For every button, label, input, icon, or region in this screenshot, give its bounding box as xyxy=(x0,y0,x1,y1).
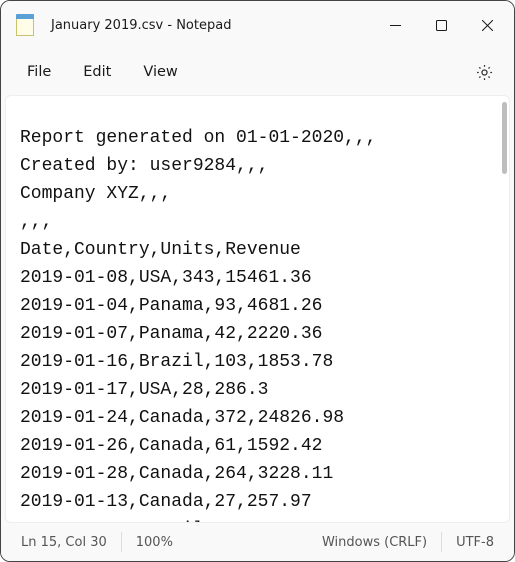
menu-view[interactable]: View xyxy=(129,58,191,86)
settings-button[interactable] xyxy=(466,54,502,90)
editor-area: Report generated on 01-01-2020,,, Create… xyxy=(5,95,510,523)
minimize-button[interactable] xyxy=(372,1,418,49)
status-encoding: UTF-8 xyxy=(442,531,508,553)
close-button[interactable] xyxy=(464,1,510,49)
statusbar: Ln 15, Col 30 100% Windows (CRLF) UTF-8 xyxy=(1,523,514,561)
scrollbar-thumb[interactable] xyxy=(502,102,507,174)
window-title: January 2019.csv - Notepad xyxy=(51,18,372,33)
titlebar: January 2019.csv - Notepad xyxy=(1,1,514,49)
menu-edit[interactable]: Edit xyxy=(69,58,125,86)
menubar: File Edit View xyxy=(1,49,514,95)
notepad-window: January 2019.csv - Notepad File Edit Vie… xyxy=(0,0,515,562)
notepad-icon xyxy=(15,14,35,36)
status-position: Ln 15, Col 30 xyxy=(7,531,121,553)
window-controls xyxy=(372,1,510,49)
text-content[interactable]: Report generated on 01-01-2020,,, Create… xyxy=(6,96,509,522)
status-line-ending: Windows (CRLF) xyxy=(308,531,441,553)
maximize-button[interactable] xyxy=(418,1,464,49)
menu-file[interactable]: File xyxy=(13,58,65,86)
status-zoom[interactable]: 100% xyxy=(122,531,187,553)
